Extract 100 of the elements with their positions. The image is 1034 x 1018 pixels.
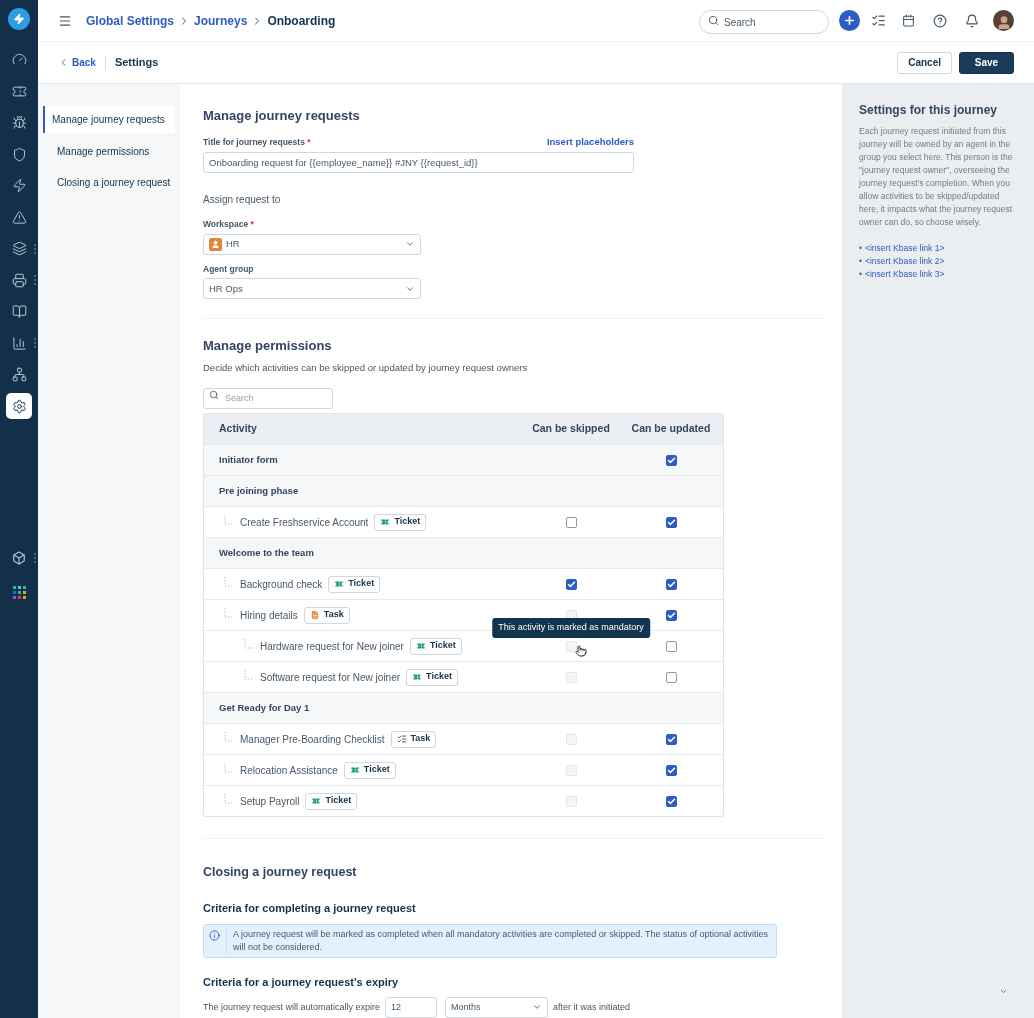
checkbox[interactable] [665, 764, 677, 776]
tree-connector-icon [224, 608, 234, 618]
criteria-heading: Criteria for completing a journey request [203, 900, 417, 916]
chevron-down-icon[interactable] [999, 987, 1008, 996]
panel-title: Settings for this journey [859, 102, 998, 119]
checkbox[interactable] [665, 795, 677, 807]
activity-name: Hardware request for New joiner [260, 639, 404, 654]
tree-connector-icon [244, 670, 254, 680]
tree-connector-icon [244, 639, 254, 649]
section-description: Decide which activities can be skipped or updated by journey request owners [203, 360, 529, 375]
type-tag: Ticket [374, 513, 427, 531]
avatar[interactable] [993, 10, 1014, 31]
phase-name: Welcome to the team [218, 545, 315, 560]
tree-connector-icon [224, 763, 234, 773]
subsection-label: Assign request to [203, 192, 282, 207]
column-header: Activity [218, 421, 258, 437]
info-text: A journey request will be marked as completed when all mandatory activities are completed or skipped. The status of optional activities will not be considered. [226, 928, 771, 955]
kbase-link[interactable]: <insert Kbase link 1> [865, 242, 945, 255]
column-header: Can be skipped [531, 421, 611, 437]
kbase-link[interactable]: <insert Kbase link 3> [865, 268, 945, 281]
tree-connector-icon [224, 515, 234, 525]
menu-icon[interactable] [58, 13, 72, 28]
breadcrumb-link[interactable]: Global Settings [86, 11, 174, 30]
activity-name: Relocation Assistance [240, 763, 338, 778]
logo-icon[interactable] [8, 8, 30, 30]
phase-name: Pre joining phase [218, 483, 300, 498]
criteria-heading: Criteria for a journey request's expiry [203, 975, 400, 991]
tree-connector-icon [224, 732, 234, 742]
type-tag: Ticket [343, 761, 396, 779]
tree-connector-icon [224, 794, 234, 804]
insert-placeholders-link[interactable]: Insert placeholders [546, 134, 634, 149]
expiry-label: The journey request will automatically expire [203, 1000, 381, 1014]
breadcrumb-link[interactable]: Journeys [194, 11, 248, 30]
section-heading: Manage permissions [203, 337, 333, 356]
field-label: Title for journey requests * [203, 136, 311, 149]
ticket-icon [334, 579, 345, 589]
checkbox[interactable] [665, 640, 677, 652]
workspace-icon [209, 237, 222, 251]
type-tag: Task [303, 606, 350, 624]
ticket-icon [415, 641, 426, 651]
bell-icon[interactable] [965, 13, 979, 28]
ticket-icon [349, 765, 360, 775]
search-icon [209, 389, 219, 400]
checklist-icon [396, 734, 407, 744]
title-input[interactable]: Onboarding request for {{employee_name}} #JNY {{request_id}} [203, 151, 634, 173]
checkbox[interactable] [665, 578, 677, 590]
cube-icon[interactable] [12, 551, 26, 565]
plus-icon [843, 14, 856, 27]
select-field[interactable]: HR [203, 233, 421, 255]
nav-item[interactable]: Closing a journey request [43, 169, 180, 196]
back-link[interactable]: Back [58, 55, 96, 70]
panel-text: Each journey request initiated from this journey will be owned by an agent in the group you select here. This person is the "journey request owner", overseeing the journey request's completion. When you allow activities to be skipped/updated here, it impacts what the journey request owner can do, so choose wisely. [859, 125, 1014, 229]
checkbox[interactable] [565, 578, 577, 590]
checkbox[interactable] [665, 671, 677, 683]
add-button[interactable] [839, 10, 860, 31]
checklist-icon[interactable] [871, 13, 886, 28]
settings-icon[interactable] [6, 393, 32, 420]
ticket-icon [380, 517, 391, 527]
checkbox[interactable] [665, 609, 677, 621]
checkbox[interactable] [665, 516, 677, 528]
nav-item[interactable]: Manage journey requests [43, 106, 175, 133]
field-label: Workspace * [203, 217, 255, 231]
activity-name: Setup Payroll [240, 794, 300, 809]
activity-name: Software request for New joiner [260, 670, 401, 685]
unit-select[interactable]: Months [445, 996, 549, 1018]
type-tag: Ticket [305, 792, 358, 810]
expiry-label: after it was initiated [553, 1000, 631, 1014]
phase-name: Initiator form [218, 452, 279, 467]
bullet: • [859, 268, 862, 281]
cancel-button[interactable]: Cancel [897, 51, 952, 74]
checkbox[interactable] [665, 454, 677, 466]
kbase-link[interactable]: <insert Kbase link 2> [865, 255, 945, 268]
search-field[interactable]: Search [203, 387, 333, 409]
type-tag: Ticket [328, 575, 381, 593]
chevron-down-icon [405, 239, 415, 249]
document-icon [309, 610, 320, 620]
save-button[interactable]: Save [959, 51, 1014, 74]
bullet: • [859, 255, 862, 268]
checkbox[interactable] [665, 733, 677, 745]
apps-grid-icon[interactable] [12, 585, 26, 599]
page-title: Settings [114, 55, 159, 71]
field-label: Agent group [203, 262, 255, 276]
checkbox[interactable] [565, 516, 577, 528]
nav-item[interactable]: Manage permissions [43, 137, 180, 165]
search-icon [708, 15, 719, 26]
section-heading: Closing a journey request [203, 864, 358, 881]
type-tag: Ticket [409, 637, 462, 655]
search-field[interactable]: Search [699, 10, 829, 34]
section-heading: Manage journey requests [203, 107, 361, 125]
help-icon[interactable] [933, 13, 947, 28]
info-icon [209, 930, 220, 942]
hand-cursor-icon [575, 644, 587, 657]
breadcrumb-current: Onboarding [267, 12, 336, 30]
tooltip: This activity is marked as mandatory [492, 618, 650, 638]
bullet: • [859, 242, 862, 255]
column-header: Can be updated [630, 421, 712, 437]
calendar-icon[interactable] [902, 14, 915, 27]
expiry-value-input[interactable]: 12 [385, 996, 438, 1018]
type-tag: Task [390, 730, 437, 748]
select-field[interactable]: HR Ops [203, 278, 421, 300]
